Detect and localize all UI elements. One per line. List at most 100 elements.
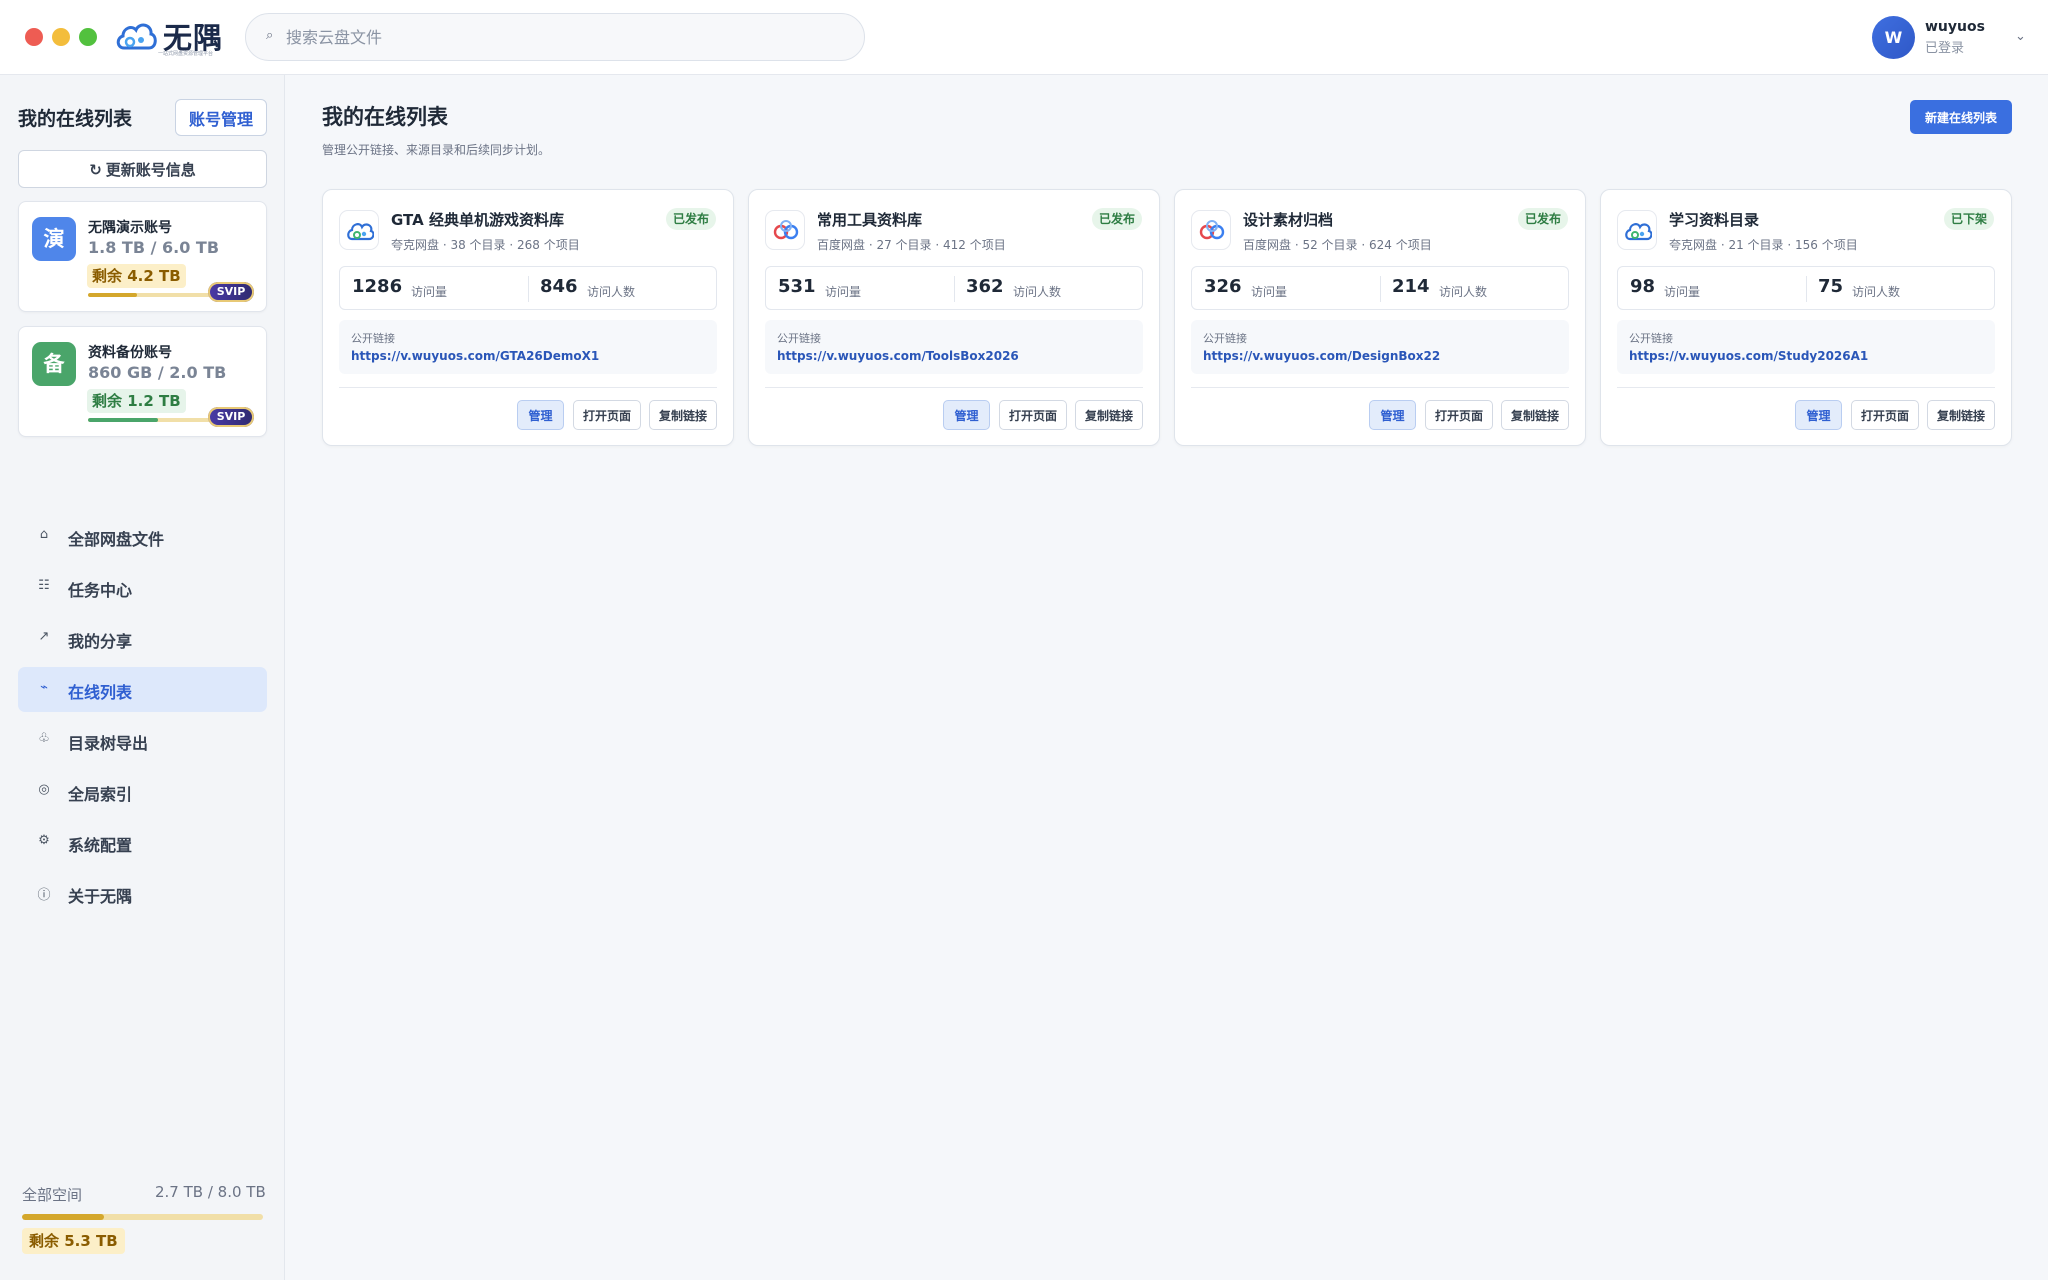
visitors-value: 846 (540, 276, 578, 297)
copy-link-button[interactable]: 复制链接 (1501, 400, 1569, 430)
online-list-icon: ⌁ (40, 680, 48, 695)
baidu-drive-icon (1199, 220, 1225, 240)
public-link-box: 公开链接 https://v.wuyuos.com/ToolsBox2026 (765, 320, 1143, 374)
list-meta: 夸克网盘 · 21 个目录 · 156 个项目 (1669, 238, 1858, 252)
card-divider (765, 387, 1143, 388)
avatar[interactable]: W (1872, 16, 1915, 59)
sidebar-item[interactable]: ⌁ 在线列表 (18, 667, 267, 712)
account-name: 资料备份账号 (88, 345, 172, 361)
refresh-account-button[interactable]: ↻ 更新账号信息 (18, 150, 267, 188)
account-usage: 1.8 TB / 6.0 TB (88, 238, 220, 257)
provider-logo (1191, 210, 1231, 250)
public-link-box: 公开链接 https://v.wuyuos.com/GTA26DemoX1 (339, 320, 717, 374)
list-meta: 百度网盘 · 27 个目录 · 412 个项目 (817, 238, 1006, 252)
manage-button[interactable]: 管理 (1795, 400, 1842, 430)
public-link-url[interactable]: https://v.wuyuos.com/GTA26DemoX1 (351, 349, 599, 363)
account-remaining-badge: 剩余 4.2 TB (87, 264, 186, 288)
manage-button[interactable]: 管理 (943, 400, 990, 430)
online-list-card: 常用工具资料库 百度网盘 · 27 个目录 · 412 个项目 已发布 531 访问量 3… (748, 189, 1160, 446)
online-list-card: GTA 经典单机游戏资料库 夸克网盘 · 38 个目录 · 268 个项目 已发布 1… (322, 189, 734, 446)
visitors-label: 访问人数 (1013, 285, 1062, 299)
logo-subtitle: 一站式网盘资源管理平台 (158, 51, 214, 57)
app-logo: 无隅 一站式网盘资源管理平台 (114, 14, 234, 60)
visitors-label: 访问人数 (1439, 285, 1488, 299)
username: wuyuos (1925, 19, 1985, 35)
task-list-icon: ☷ (38, 578, 50, 593)
account-usage-bar-fill (88, 418, 159, 422)
copy-link-button[interactable]: 复制链接 (1927, 400, 1995, 430)
manage-button[interactable]: 管理 (517, 400, 564, 430)
share-arrow-icon: ↗ (38, 629, 50, 644)
sidebar-item[interactable]: ♧ 目录树导出 (18, 718, 267, 763)
public-link-url[interactable]: https://v.wuyuos.com/ToolsBox2026 (777, 349, 1019, 363)
total-space-label: 全部空间 (22, 1186, 83, 1204)
account-name: 无隅演示账号 (88, 220, 172, 236)
account-card[interactable]: 演无隅演示账号 1.8 TB / 6.0 TB 剩余 4.2 TB SVIP (18, 201, 267, 312)
sidebar-item[interactable]: ☷ 任务中心 (18, 565, 267, 610)
card-divider (1617, 387, 1995, 388)
manage-button[interactable]: 管理 (1369, 400, 1416, 430)
search-input[interactable] (286, 22, 846, 52)
copy-link-button[interactable]: 复制链接 (1075, 400, 1143, 430)
public-link-box: 公开链接 https://v.wuyuos.com/Study2026A1 (1617, 320, 1995, 374)
public-link-url[interactable]: https://v.wuyuos.com/DesignBox22 (1203, 349, 1440, 363)
visits-value: 326 (1204, 276, 1242, 297)
total-space-bar (22, 1214, 263, 1220)
refresh-label: 更新账号信息 (105, 160, 196, 179)
sidebar-item[interactable]: ⓘ 关于无隅 (18, 871, 267, 916)
new-online-list-button[interactable]: 新建在线列表 (1910, 100, 2012, 134)
account-manage-button[interactable]: 账号管理 (175, 99, 267, 136)
sidebar-item-label: 任务中心 (68, 581, 133, 600)
sidebar-item[interactable]: ◎ 全局索引 (18, 769, 267, 814)
status-badge: 已发布 (665, 208, 716, 230)
visitors-value: 214 (1392, 276, 1430, 297)
open-page-button[interactable]: 打开页面 (999, 400, 1067, 430)
sidebar-item[interactable]: ↗ 我的分享 (18, 616, 267, 661)
sidebar-item-label: 在线列表 (68, 683, 133, 702)
open-page-button[interactable]: 打开页面 (1425, 400, 1493, 430)
status-badge: 已发布 (1517, 208, 1568, 230)
status-badge: 已发布 (1091, 208, 1142, 230)
list-title: 设计素材归档 (1243, 211, 1334, 229)
window-minimize-button[interactable] (52, 28, 70, 46)
visitors-value: 362 (966, 276, 1004, 297)
sidebar-item-label: 系统配置 (68, 836, 133, 855)
public-link-label: 公开链接 (1203, 332, 1247, 345)
stats-divider (1806, 276, 1807, 302)
visitors-value: 75 (1818, 276, 1844, 297)
open-page-button[interactable]: 打开页面 (573, 400, 641, 430)
gear-icon: ⚙ (38, 833, 50, 848)
cloud-logo-icon (116, 23, 157, 50)
public-link-label: 公开链接 (1629, 332, 1673, 345)
search-box[interactable]: ⌕ (245, 13, 865, 61)
account-usage: 860 GB / 2.0 TB (88, 363, 227, 382)
baidu-drive-icon (773, 220, 799, 240)
page-title: 我的在线列表 (322, 105, 448, 129)
list-title: 常用工具资料库 (817, 211, 923, 229)
tree-export-icon: ♧ (38, 731, 50, 746)
online-list-card: 设计素材归档 百度网盘 · 52 个目录 · 624 个项目 已发布 326 访问量 21… (1174, 189, 1586, 446)
account-card[interactable]: 备资料备份账号 860 GB / 2.0 TB 剩余 1.2 TB SVIP (18, 326, 267, 437)
sidebar-item[interactable]: ⚙ 系统配置 (18, 820, 267, 865)
total-space-bar-fill (22, 1214, 104, 1220)
svip-badge: SVIP (208, 282, 254, 302)
stats-divider (528, 276, 529, 302)
stats-box: 98 访问量 75 访问人数 (1617, 266, 1995, 310)
copy-link-button[interactable]: 复制链接 (649, 400, 717, 430)
sidebar-item[interactable]: ⌂ 全部网盘文件 (18, 514, 267, 559)
provider-logo (1617, 210, 1657, 250)
login-status: 已登录 (1925, 41, 1965, 56)
account-avatar: 演 (32, 217, 76, 261)
user-menu[interactable]: W wuyuos 已登录 ⌄ (1872, 16, 2032, 60)
window-close-button[interactable] (25, 28, 43, 46)
open-page-button[interactable]: 打开页面 (1851, 400, 1919, 430)
list-meta: 夸克网盘 · 38 个目录 · 268 个项目 (391, 238, 580, 252)
top-bar: 无隅 一站式网盘资源管理平台 ⌕ W wuyuos 已登录 ⌄ (0, 0, 2048, 75)
info-icon: ⓘ (37, 888, 51, 903)
quark-drive-icon (347, 223, 374, 241)
account-avatar: 备 (32, 342, 76, 386)
public-link-url[interactable]: https://v.wuyuos.com/Study2026A1 (1629, 349, 1868, 363)
window-maximize-button[interactable] (79, 28, 97, 46)
stats-box: 326 访问量 214 访问人数 (1191, 266, 1569, 310)
chevron-down-icon[interactable]: ⌄ (2015, 29, 2026, 44)
